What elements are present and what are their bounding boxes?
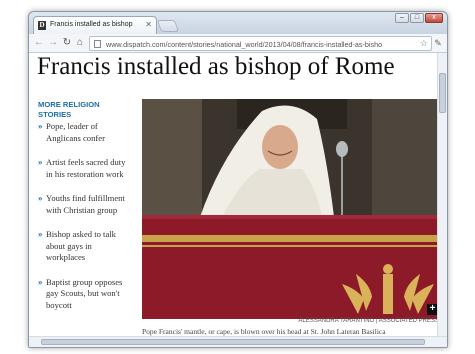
forward-arrow-icon[interactable]: → bbox=[47, 37, 59, 49]
pope-photo-illustration bbox=[142, 99, 438, 319]
star-icon[interactable]: ☆ bbox=[420, 38, 428, 49]
wrench-icon[interactable]: ✎ bbox=[432, 37, 444, 49]
back-arrow-icon[interactable]: ← bbox=[33, 37, 45, 49]
related-story-title[interactable]: Baptist group opposes gay Scouts, but wo… bbox=[46, 277, 122, 310]
reload-icon[interactable]: ↻ bbox=[61, 37, 73, 49]
page-content: Francis installed as bishop of Rome MORE… bbox=[29, 53, 439, 338]
browser-toolbar: ← → ↻ ⌂ www.dispatch.com/content/stories… bbox=[29, 34, 447, 53]
horizontal-scroll-thumb[interactable] bbox=[41, 339, 425, 345]
new-tab-button[interactable] bbox=[156, 20, 180, 32]
article-photo[interactable] bbox=[142, 99, 438, 319]
dispatch-favicon-icon: D bbox=[38, 21, 46, 30]
related-story-link[interactable]: » Baptist group opposes gay Scouts, but w… bbox=[38, 277, 133, 312]
vertical-scroll-thumb[interactable] bbox=[439, 73, 446, 113]
related-story-link[interactable]: » Youths find fulfillment with Christian … bbox=[38, 193, 133, 216]
tab-title: Francis installed as bishop bbox=[50, 21, 133, 28]
chevron-right-icon: » bbox=[38, 121, 43, 131]
browser-window: D Francis installed as bishop ✕ – □ x ← … bbox=[28, 11, 448, 348]
related-story-title[interactable]: Youths find fulfillment with Christian g… bbox=[46, 193, 125, 215]
related-story-link[interactable]: » Bishop asked to talk about gays in work… bbox=[38, 229, 133, 264]
related-story-title[interactable]: Artist feels sacred duty in his restorat… bbox=[46, 157, 125, 179]
related-story-title[interactable]: Bishop asked to talk about gays in workp… bbox=[46, 229, 116, 262]
address-bar[interactable]: www.dispatch.com/content/stories/nationa… bbox=[89, 36, 432, 51]
horizontal-scrollbar[interactable] bbox=[29, 336, 447, 347]
home-icon[interactable]: ⌂ bbox=[74, 37, 86, 49]
article-headline: Francis installed as bishop of Rome bbox=[37, 53, 395, 80]
minimize-button[interactable]: – bbox=[395, 13, 409, 23]
chevron-right-icon: » bbox=[38, 276, 43, 287]
vertical-scrollbar[interactable] bbox=[437, 53, 447, 338]
related-story-link[interactable]: » Pope, leader of Anglicans confer bbox=[38, 121, 133, 144]
more-stories-heading: MORE RELIGION STORIES bbox=[38, 100, 100, 119]
page-icon bbox=[94, 40, 101, 48]
related-story-title[interactable]: Pope, leader of Anglicans confer bbox=[46, 121, 105, 143]
close-window-button[interactable]: x bbox=[425, 13, 443, 23]
chevron-right-icon: » bbox=[38, 193, 43, 203]
url-text: www.dispatch.com/content/stories/nationa… bbox=[106, 40, 383, 49]
tab-close-icon[interactable]: ✕ bbox=[145, 20, 152, 29]
photo-caption: Pope Francis' mantle, or cape, is blown … bbox=[142, 327, 386, 336]
photo-credit: ALESSANDRA TARANTINO | ASSOCIATED PRESS bbox=[298, 318, 439, 324]
title-bar: D Francis installed as bishop ✕ – □ x bbox=[29, 12, 447, 34]
chevron-right-icon: » bbox=[38, 157, 43, 167]
related-story-link[interactable]: » Artist feels sacred duty in his restora… bbox=[38, 157, 133, 180]
browser-tab[interactable]: D Francis installed as bishop ✕ bbox=[33, 16, 157, 34]
related-stories-list: » Pope, leader of Anglicans confer » Artis… bbox=[38, 121, 133, 324]
chevron-right-icon: » bbox=[38, 229, 43, 239]
maximize-button[interactable]: □ bbox=[410, 13, 424, 23]
window-controls: – □ x bbox=[395, 13, 443, 23]
